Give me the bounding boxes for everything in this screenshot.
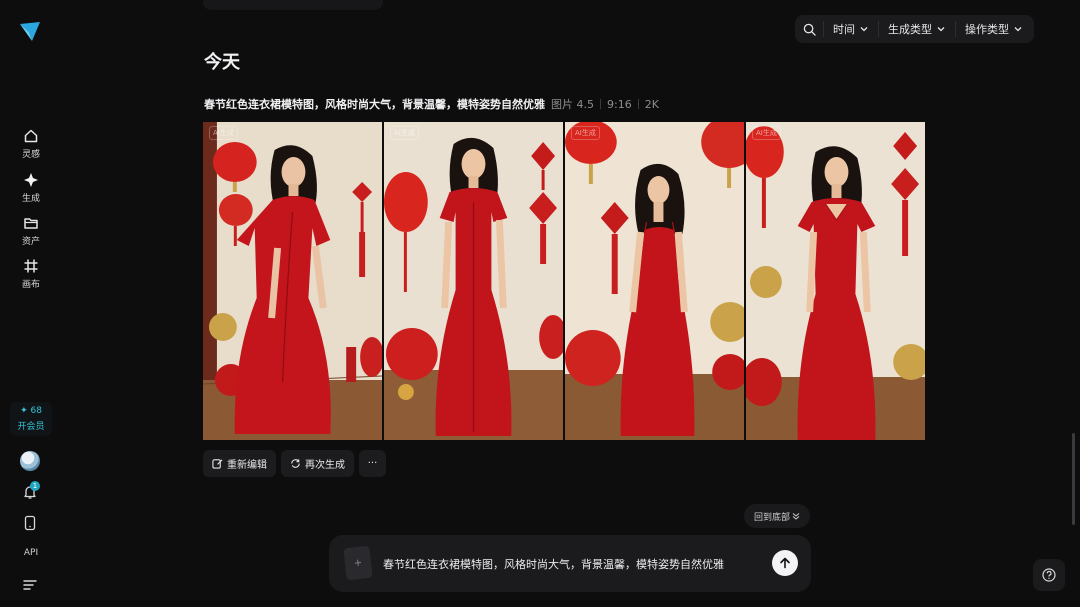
op-type-filter-dropdown[interactable]: 操作类型 xyxy=(956,15,1032,43)
sidebar-item-inspiration[interactable]: 灵感 xyxy=(0,128,62,160)
result-actions: 重新编辑 再次生成 ··· xyxy=(203,450,386,477)
help-button[interactable] xyxy=(1033,559,1065,591)
avatar[interactable] xyxy=(20,451,40,471)
sidebar-item-label: 生成 xyxy=(21,194,40,204)
sidebar-item-label: 灵感 xyxy=(21,150,40,160)
filter-bar: 时间 生成类型 操作类型 xyxy=(795,15,1034,43)
sparkle-icon xyxy=(24,173,38,187)
divider xyxy=(600,99,601,109)
sidebar-item-label: 资产 xyxy=(21,237,40,247)
re-edit-label: 重新编辑 xyxy=(227,460,267,471)
question-icon xyxy=(1042,568,1056,582)
generated-image[interactable]: AI生成 xyxy=(384,122,563,440)
sidebar-item-label: 画布 xyxy=(21,280,40,290)
chevron-down-icon xyxy=(937,27,945,32)
model-photo-4 xyxy=(746,122,925,440)
prompt-input[interactable]: 春节红色连衣裙模特图，风格时尚大气，背景温馨，模特姿势自然优雅 xyxy=(383,556,724,572)
generated-image[interactable]: AI生成 xyxy=(746,122,925,440)
sidebar-item-canvas[interactable]: 画布 xyxy=(0,258,62,290)
credits-count: ✦ 68 xyxy=(20,406,42,416)
refresh-icon xyxy=(291,459,300,468)
model-photo-1 xyxy=(203,122,382,440)
notification-badge: 1 xyxy=(30,481,40,491)
result-prompt[interactable]: 春节红色连衣裙模特图，风格时尚大气，背景温馨，模特姿势自然优雅 xyxy=(204,96,545,112)
folder-icon xyxy=(24,218,38,229)
result-header: 春节红色连衣裙模特图，风格时尚大气，背景温馨，模特姿势自然优雅 图片 4.5 9… xyxy=(204,96,659,112)
menu-icon[interactable] xyxy=(22,578,38,592)
search-icon xyxy=(803,23,816,36)
more-icon: ··· xyxy=(367,458,378,469)
edit-icon xyxy=(212,459,223,469)
previous-actions-bar xyxy=(203,0,383,10)
chevron-down-icon xyxy=(860,27,868,32)
result-model: 图片 4.5 xyxy=(551,98,594,111)
vip-label: 开会员 xyxy=(17,422,45,432)
mobile-icon[interactable] xyxy=(22,515,38,531)
ai-generated-tag: AI生成 xyxy=(209,126,238,140)
result-resolution: 2K xyxy=(644,97,659,111)
vip-button[interactable]: ✦ 68 开会员 xyxy=(10,402,52,436)
gen-type-filter-dropdown[interactable]: 生成类型 xyxy=(879,15,955,43)
result-ratio: 9:16 xyxy=(607,97,632,111)
generated-image[interactable]: AI生成 xyxy=(203,122,382,440)
app-logo-icon[interactable] xyxy=(19,20,41,42)
sidebar-item-generate[interactable]: 生成 xyxy=(0,172,62,204)
canvas-icon xyxy=(24,259,38,273)
search-button[interactable] xyxy=(795,15,823,43)
gen-type-filter-label: 生成类型 xyxy=(888,23,932,36)
divider xyxy=(637,99,639,109)
time-filter-label: 时间 xyxy=(833,23,855,36)
home-icon xyxy=(24,129,38,143)
op-type-filter-label: 操作类型 xyxy=(965,23,1009,36)
more-options-button[interactable]: ··· xyxy=(359,450,386,477)
sidebar: 灵感 生成 资产 画布 ✦ 68 开会员 1 API xyxy=(0,0,62,607)
regenerate-button[interactable]: 再次生成 xyxy=(281,450,354,477)
double-chevron-down-icon xyxy=(792,513,800,520)
scrollbar-thumb[interactable] xyxy=(1072,433,1075,525)
ai-generated-tag: AI生成 xyxy=(390,126,419,140)
back-to-bottom-button[interactable]: 回到底部 xyxy=(744,504,810,528)
arrow-up-icon xyxy=(780,557,790,569)
back-to-bottom-label: 回到底部 xyxy=(753,512,790,523)
time-filter-dropdown[interactable]: 时间 xyxy=(824,15,878,43)
ai-generated-tag: AI生成 xyxy=(571,126,600,140)
chevron-down-icon xyxy=(1014,27,1022,32)
prompt-composer: + 春节红色连衣裙模特图，风格时尚大气，背景温馨，模特姿势自然优雅 xyxy=(329,535,811,592)
ai-generated-tag: AI生成 xyxy=(752,126,781,140)
section-title: 今天 xyxy=(204,52,240,73)
sidebar-item-assets[interactable]: 资产 xyxy=(0,215,62,247)
send-button[interactable] xyxy=(772,550,798,576)
model-photo-2 xyxy=(384,122,563,440)
plus-icon: + xyxy=(353,557,363,569)
generated-image[interactable]: AI生成 xyxy=(565,122,744,440)
api-link[interactable]: API xyxy=(0,548,62,558)
regenerate-label: 再次生成 xyxy=(305,460,345,471)
re-edit-button[interactable]: 重新编辑 xyxy=(203,450,276,477)
result-image-grid: AI生成 AI生成 AI生成 AI生成 xyxy=(203,122,925,440)
attach-reference-button[interactable]: + xyxy=(343,545,373,581)
model-photo-3 xyxy=(565,122,744,440)
